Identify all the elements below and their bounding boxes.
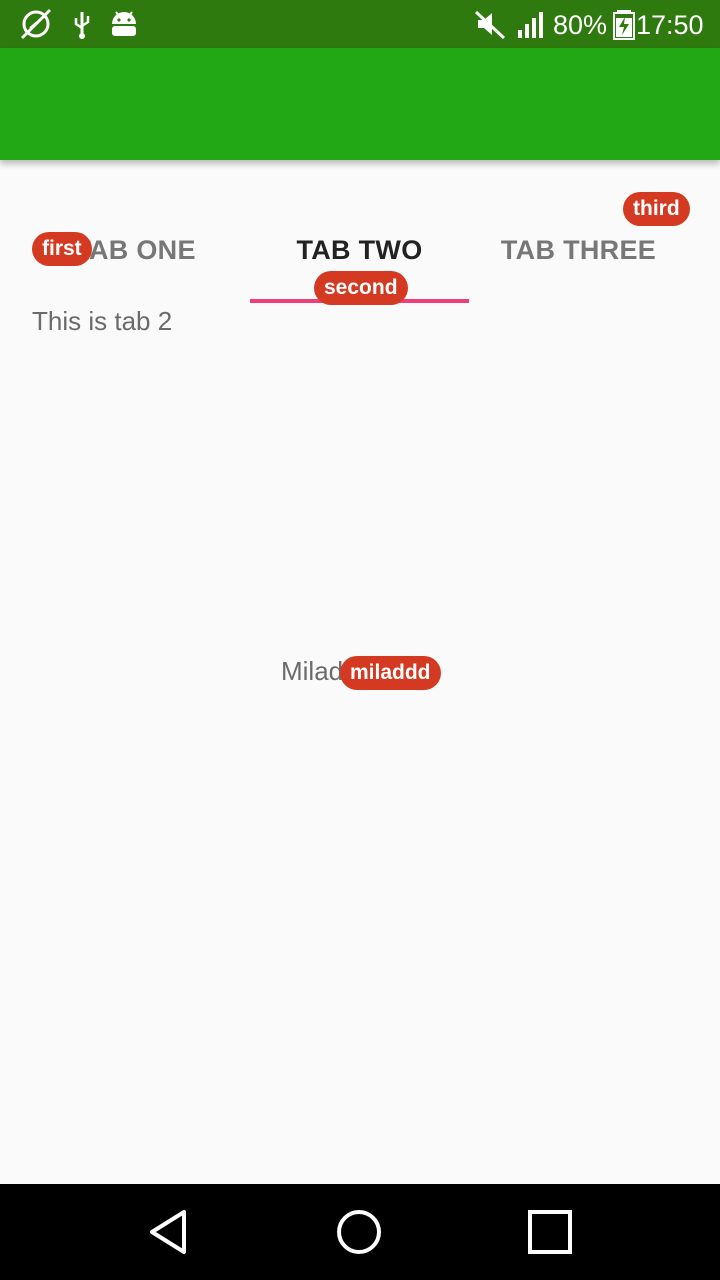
usb-icon — [74, 12, 90, 39]
tab-three-label: TAB THREE — [500, 235, 657, 265]
tab-two-label: TAB TWO — [296, 235, 423, 265]
battery-percent: 80% — [553, 10, 608, 40]
back-icon[interactable] — [142, 1204, 198, 1260]
center-badge: miladdd — [340, 656, 441, 690]
tab-two-badge: second — [314, 271, 408, 305]
tab-three-badge: third — [623, 192, 690, 226]
tab-content-text: This is tab 2 — [32, 306, 173, 336]
tab-two[interactable]: TAB TWO — [250, 226, 469, 274]
status-bar: 80% 17:50 — [0, 0, 720, 48]
home-icon[interactable] — [331, 1204, 387, 1260]
clock: 17:50 — [636, 10, 704, 40]
tab-one-label: TAB ONE — [74, 235, 196, 265]
signal-icon — [518, 12, 543, 38]
tab-one-badge: first — [32, 232, 92, 266]
tab-three[interactable]: TAB THREE — [469, 226, 688, 274]
app-bar — [0, 48, 720, 160]
android-debug-icon — [112, 11, 136, 36]
no-location-icon — [20, 8, 52, 40]
navigation-bar — [0, 1184, 720, 1280]
mute-icon — [474, 10, 506, 40]
recents-icon[interactable] — [522, 1204, 578, 1260]
center-text: Milad — [281, 656, 344, 686]
